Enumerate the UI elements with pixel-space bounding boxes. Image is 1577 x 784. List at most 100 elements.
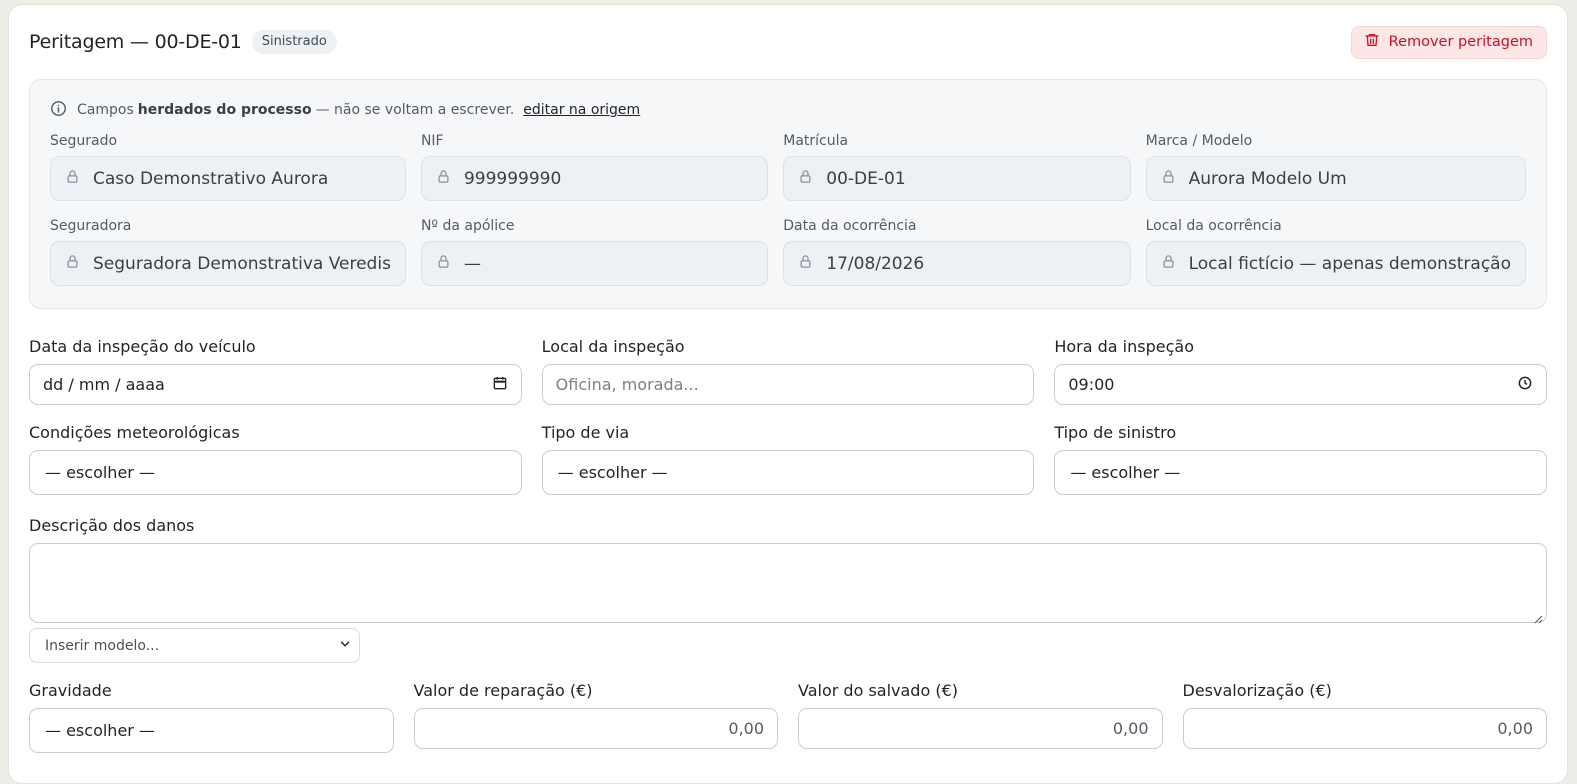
locked-value-box: Seguradora Demonstrativa Veredis — [50, 241, 406, 286]
inherited-field-matricula: Matrícula 00-DE-01 — [783, 126, 1131, 211]
conditions-row: Condições meteorológicas — escolher — Ti… — [29, 423, 1547, 495]
inherited-field-seguradora: Seguradora Seguradora Demonstrativa Vere… — [50, 211, 406, 296]
field-label: Gravidade — [29, 681, 112, 700]
inherited-note: Campos herdados do processo — não se vol… — [50, 100, 1526, 120]
repair-value-field: Valor de reparação (€) 0,00 — [413, 681, 778, 753]
repair-value-input[interactable]: 0,00 — [413, 708, 778, 749]
field-label: NIF — [420, 133, 444, 149]
lock-icon — [1161, 254, 1189, 274]
locked-value: 00-DE-01 — [826, 168, 906, 189]
inherited-field-marca-modelo: Marca / Modelo Aurora Modelo Um — [1145, 126, 1526, 211]
locked-value-box: Local fictício — apenas demonstração — [1145, 241, 1526, 286]
note-suffix: — não se voltam a escrever. — [315, 102, 515, 118]
salvage-value-input[interactable]: 0,00 — [798, 708, 1163, 749]
depreciation-input[interactable]: 0,00 — [1182, 708, 1547, 749]
field-label: Seguradora — [50, 218, 132, 234]
inherited-field-data-ocorrencia: Data da ocorrência 17/08/2026 — [783, 211, 1131, 296]
peritagem-card: Peritagem — 00-DE-01 Sinistrado Remover … — [8, 4, 1568, 784]
trash-icon — [1364, 32, 1380, 52]
inspection-time-input[interactable]: 09:00 — [1054, 364, 1547, 405]
inspection-time-field: Hora da inspeção 09:00 — [1054, 337, 1547, 405]
locked-value-box: 999999990 — [420, 156, 769, 201]
chevron-down-icon — [338, 637, 352, 655]
damage-description-block: Descrição dos danos Inserir modelo... — [29, 516, 1547, 663]
date-value: dd / mm / aaaa — [43, 375, 165, 394]
resize-handle-icon[interactable] — [1533, 609, 1543, 624]
inherited-field-apolice: Nº da apólice — — [420, 211, 769, 296]
field-label: Descrição dos danos — [29, 516, 195, 535]
field-label: Desvalorização (€) — [1182, 681, 1332, 700]
inspection-row: Data da inspeção do veículo dd / mm / aa… — [29, 337, 1547, 405]
inherited-fields-panel: Campos herdados do processo — não se vol… — [29, 79, 1547, 309]
field-label: Condições meteorológicas — [29, 423, 240, 442]
numeric-value: 0,00 — [1497, 719, 1533, 738]
locked-value: Aurora Modelo Um — [1188, 168, 1347, 189]
lock-icon — [65, 254, 93, 274]
lock-icon — [798, 254, 826, 274]
status-badge: Sinistrado — [251, 30, 337, 54]
lock-icon — [436, 169, 464, 189]
inspection-date-field: Data da inspeção do veículo dd / mm / aa… — [29, 337, 522, 405]
road-type-select[interactable]: — escolher — — [541, 450, 1035, 495]
locked-value: Local fictício — apenas demonstração — [1188, 253, 1511, 274]
select-value: — escolher — — [1070, 463, 1181, 482]
inherited-field-nif: NIF 999999990 — [420, 126, 769, 211]
inspection-place-field: Local da inspeção Oficina, morada... — [541, 337, 1035, 405]
select-value: — escolher — — [45, 721, 155, 740]
lock-icon — [65, 169, 93, 189]
salvage-value-field: Valor do salvado (€) 0,00 — [798, 681, 1163, 753]
inspection-date-input[interactable]: dd / mm / aaaa — [29, 364, 522, 405]
inherited-field-segurado: Segurado Caso Demonstrativo Aurora — [50, 126, 406, 211]
edit-origin-link[interactable]: editar na origem — [523, 102, 640, 118]
lock-icon — [436, 254, 464, 274]
locked-value: 17/08/2026 — [826, 253, 925, 274]
field-label: Valor do salvado (€) — [798, 681, 958, 700]
severity-select[interactable]: — escolher — — [29, 708, 394, 753]
damage-description-textarea[interactable] — [29, 543, 1547, 624]
locked-value: Caso Demonstrativo Aurora — [93, 168, 329, 189]
time-value: 09:00 — [1068, 375, 1115, 394]
field-label: Local da inspeção — [541, 337, 685, 356]
insert-template-select[interactable]: Inserir modelo... — [29, 628, 360, 663]
inspection-place-input[interactable]: Oficina, morada... — [541, 364, 1035, 405]
field-label: Tipo de via — [541, 423, 630, 442]
numeric-value: 0,00 — [1112, 719, 1149, 738]
locked-value-box: Caso Demonstrativo Aurora — [50, 156, 406, 201]
field-label: Marca / Modelo — [1145, 133, 1253, 149]
note-prefix: Campos — [77, 102, 134, 118]
field-label: Local da ocorrência — [1145, 218, 1282, 234]
locked-value-box: Aurora Modelo Um — [1145, 156, 1526, 201]
lock-icon — [798, 169, 826, 189]
inherited-field-local-ocorrencia: Local da ocorrência Local fictício — ape… — [1145, 211, 1526, 296]
field-label: Segurado — [50, 133, 118, 149]
locked-value: Seguradora Demonstrativa Veredis — [93, 253, 391, 274]
values-row: Gravidade — escolher — Valor de reparaçã… — [29, 681, 1547, 753]
depreciation-field: Desvalorização (€) 0,00 — [1182, 681, 1547, 753]
claim-type-select[interactable]: — escolher — — [1054, 450, 1547, 495]
lock-icon — [1161, 169, 1189, 189]
severity-field: Gravidade — escolher — — [29, 681, 394, 753]
page-title: Peritagem — 00-DE-01 — [29, 31, 242, 53]
locked-value: 999999990 — [463, 168, 562, 189]
field-label: Hora da inspeção — [1054, 337, 1194, 356]
field-label: Nº da apólice — [420, 218, 515, 234]
weather-field: Condições meteorológicas — escolher — — [29, 423, 522, 495]
locked-value-box: 00-DE-01 — [783, 156, 1131, 201]
title-group: Peritagem — 00-DE-01 Sinistrado — [29, 30, 337, 54]
remove-label: Remover peritagem — [1388, 34, 1533, 50]
field-label: Tipo de sinistro — [1054, 423, 1177, 442]
road-type-field: Tipo de via — escolher — — [541, 423, 1035, 495]
field-label: Data da inspeção do veículo — [29, 337, 256, 356]
clock-icon[interactable] — [1517, 375, 1533, 395]
template-select-label: Inserir modelo... — [45, 637, 160, 654]
card-header: Peritagem — 00-DE-01 Sinistrado Remover … — [29, 5, 1547, 79]
field-label: Matrícula — [783, 133, 849, 149]
info-icon — [50, 100, 77, 121]
locked-value: — — [463, 253, 481, 274]
calendar-icon[interactable] — [492, 375, 508, 395]
place-placeholder: Oficina, morada... — [555, 375, 699, 394]
field-label: Valor de reparação (€) — [413, 681, 593, 700]
field-label: Data da ocorrência — [783, 218, 917, 234]
weather-select[interactable]: — escolher — — [29, 450, 522, 495]
remove-peritagem-button[interactable]: Remover peritagem — [1350, 25, 1547, 59]
